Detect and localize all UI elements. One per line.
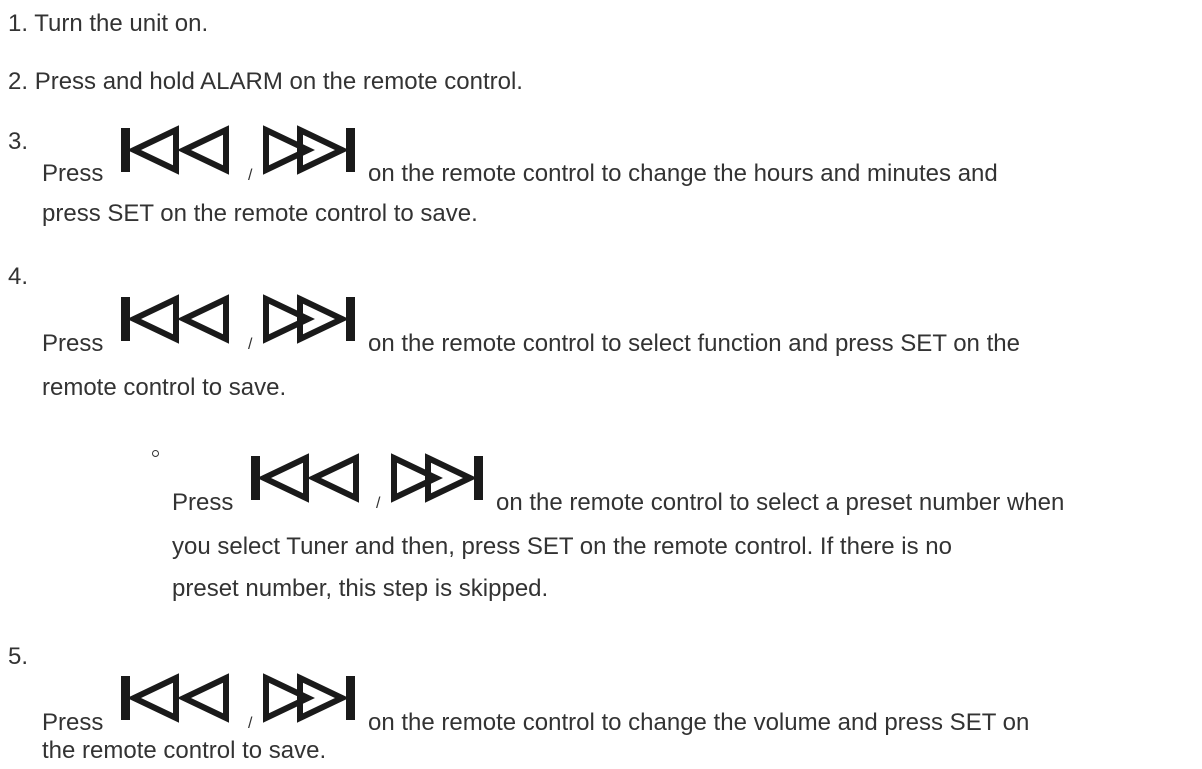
step-number: 4.: [8, 263, 29, 290]
skip-back-icon: [121, 673, 229, 723]
step-text-line2: remote control to save.: [42, 374, 287, 401]
step-2: 2. Press and hold ALARM on the remote co…: [8, 65, 523, 99]
step-text-line2: the remote control to save.: [42, 737, 327, 764]
step-number: 3.: [8, 128, 29, 155]
step-text: Press and hold ALARM on the remote contr…: [34, 68, 523, 95]
sub-step-text-line3: preset number, this step is skipped.: [172, 575, 549, 602]
icon-separator: /: [248, 715, 253, 732]
icon-separator: /: [248, 167, 253, 184]
step-number: 1.: [8, 10, 29, 37]
skip-forward-icon: [263, 125, 355, 175]
skip-forward-icon: [391, 453, 483, 503]
step-number: 5.: [8, 643, 29, 670]
sub-step-lead: Press: [172, 489, 234, 516]
step-lead: Press: [42, 160, 104, 187]
skip-forward-icon: [263, 673, 355, 723]
step-lead: Press: [42, 330, 104, 357]
step-text-line1: on the remote control to change the volu…: [368, 709, 1030, 736]
step-1: 1. Turn the unit on.: [8, 7, 208, 41]
sub-step-text-line1: on the remote control to select a preset…: [496, 489, 1065, 516]
icon-separator: /: [376, 495, 381, 512]
icon-separator: /: [248, 336, 253, 353]
step-text-line2: press SET on the remote control to save.: [42, 200, 478, 227]
sub-step-text-line2: you select Tuner and then, press SET on …: [172, 533, 952, 560]
skip-forward-icon: [263, 294, 355, 344]
sub-step-bullet: [152, 450, 159, 457]
step-text-line1: on the remote control to change the hour…: [368, 160, 998, 187]
skip-back-icon: [121, 294, 229, 344]
skip-back-icon: [251, 453, 359, 503]
step-number: 2.: [8, 68, 29, 95]
step-text: Turn the unit on.: [34, 10, 209, 37]
step-text-line1: on the remote control to select function…: [368, 330, 1020, 357]
skip-back-icon: [121, 125, 229, 175]
